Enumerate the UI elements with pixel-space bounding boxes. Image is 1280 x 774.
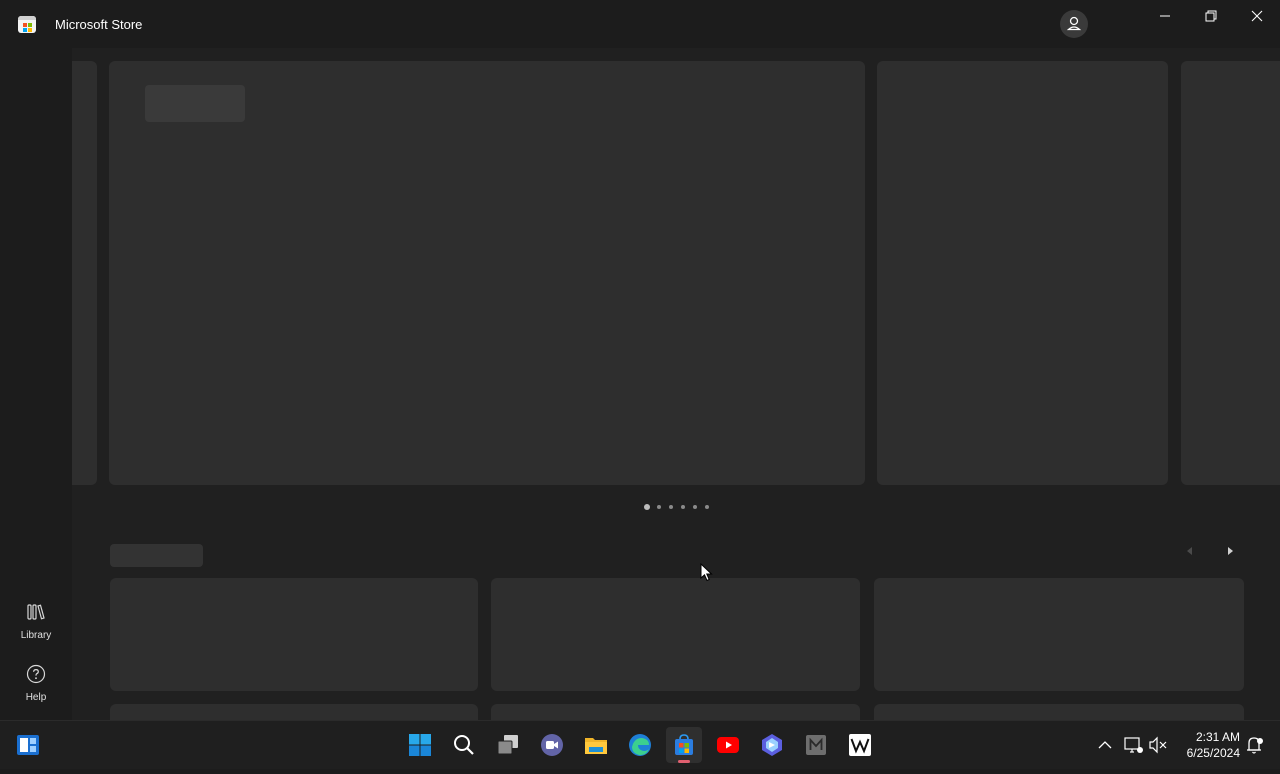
app-card[interactable]: [874, 704, 1244, 720]
account-button[interactable]: [1060, 10, 1088, 38]
app-card[interactable]: [491, 704, 860, 720]
mouse-cursor-icon: [700, 562, 714, 588]
search-icon: [454, 735, 474, 755]
hero-card-previous[interactable]: [72, 61, 97, 485]
task-view-icon: [497, 735, 518, 755]
search-button[interactable]: [446, 727, 482, 763]
app-card[interactable]: [491, 578, 860, 691]
copilot-icon: [762, 734, 782, 756]
sidebar: Library Help: [0, 48, 72, 720]
hero-card-peek[interactable]: [1181, 61, 1280, 485]
scroll-right-button[interactable]: [1222, 543, 1238, 559]
sidebar-item-label: Library: [20, 630, 52, 641]
volume-button[interactable]: [1147, 721, 1169, 769]
hero-title-placeholder: [145, 85, 245, 122]
scroll-left-button[interactable]: [1182, 543, 1198, 559]
notification-bell-icon: [1247, 737, 1263, 754]
hero-card-next[interactable]: [877, 61, 1168, 485]
carousel-dot[interactable]: [644, 504, 650, 510]
close-icon: [1251, 10, 1263, 22]
youtube-icon: [717, 737, 739, 753]
close-button[interactable]: [1234, 0, 1280, 32]
main-content: [72, 48, 1280, 720]
chevron-up-icon: [1098, 741, 1112, 749]
wikipedia-icon: [849, 734, 871, 756]
store-icon: [18, 16, 36, 33]
video-chat-icon: [541, 734, 563, 756]
restore-button[interactable]: [1188, 0, 1234, 32]
app-title: Microsoft Store: [55, 17, 143, 32]
widgets-icon: [17, 735, 39, 755]
title-bar: Microsoft Store: [0, 0, 1280, 48]
clock-date: 6/25/2024: [1186, 746, 1240, 760]
active-app-indicator: [678, 760, 690, 763]
caret-left-icon: [1187, 547, 1192, 555]
teams-chat-button[interactable]: [534, 727, 570, 763]
caret-right-icon: [1228, 547, 1233, 555]
restore-icon: [1205, 10, 1217, 22]
sidebar-item-label: Help: [25, 692, 47, 703]
wikipedia-button[interactable]: [842, 727, 878, 763]
sidebar-item-library[interactable]: Library: [0, 598, 72, 648]
library-icon: [27, 604, 45, 620]
hero-card-main[interactable]: [109, 61, 865, 485]
help-icon: [26, 664, 46, 684]
minimize-icon: [1160, 15, 1170, 17]
carousel-dot[interactable]: [657, 505, 661, 509]
notifications-button[interactable]: [1244, 721, 1266, 769]
network-icon: [1124, 737, 1143, 753]
carousel-dot[interactable]: [705, 505, 709, 509]
windows-start-icon: [409, 734, 431, 756]
taskbar: 2:31 AM 6/25/2024: [0, 720, 1280, 769]
show-hidden-icons-button[interactable]: [1094, 721, 1116, 769]
start-button[interactable]: [402, 727, 438, 763]
person-icon: [1066, 16, 1082, 31]
m-app-icon: [806, 735, 826, 755]
clock-time: 2:31 AM: [1195, 730, 1240, 744]
copilot-button[interactable]: [754, 727, 790, 763]
edge-browser-icon: [629, 734, 651, 756]
edge-button[interactable]: [622, 727, 658, 763]
m-app-button[interactable]: [798, 727, 834, 763]
network-status-button[interactable]: [1122, 721, 1144, 769]
youtube-button[interactable]: [710, 727, 746, 763]
microsoft-store-button[interactable]: [666, 727, 702, 763]
app-card[interactable]: [110, 578, 478, 691]
minimize-button[interactable]: [1142, 0, 1188, 32]
section-title-placeholder: [110, 544, 203, 567]
widgets-button[interactable]: [10, 727, 46, 763]
file-explorer-button[interactable]: [578, 727, 614, 763]
app-card[interactable]: [110, 704, 478, 720]
sidebar-item-help[interactable]: Help: [0, 660, 72, 710]
folder-icon: [585, 738, 607, 754]
speaker-muted-icon: [1149, 736, 1167, 754]
carousel-dot[interactable]: [669, 505, 673, 509]
carousel-dot[interactable]: [693, 505, 697, 509]
taskbar-clock[interactable]: 2:31 AM 6/25/2024: [1170, 729, 1240, 761]
app-card[interactable]: [874, 578, 1244, 691]
task-view-button[interactable]: [490, 727, 526, 763]
carousel-dot[interactable]: [681, 505, 685, 509]
store-icon: [675, 734, 693, 755]
